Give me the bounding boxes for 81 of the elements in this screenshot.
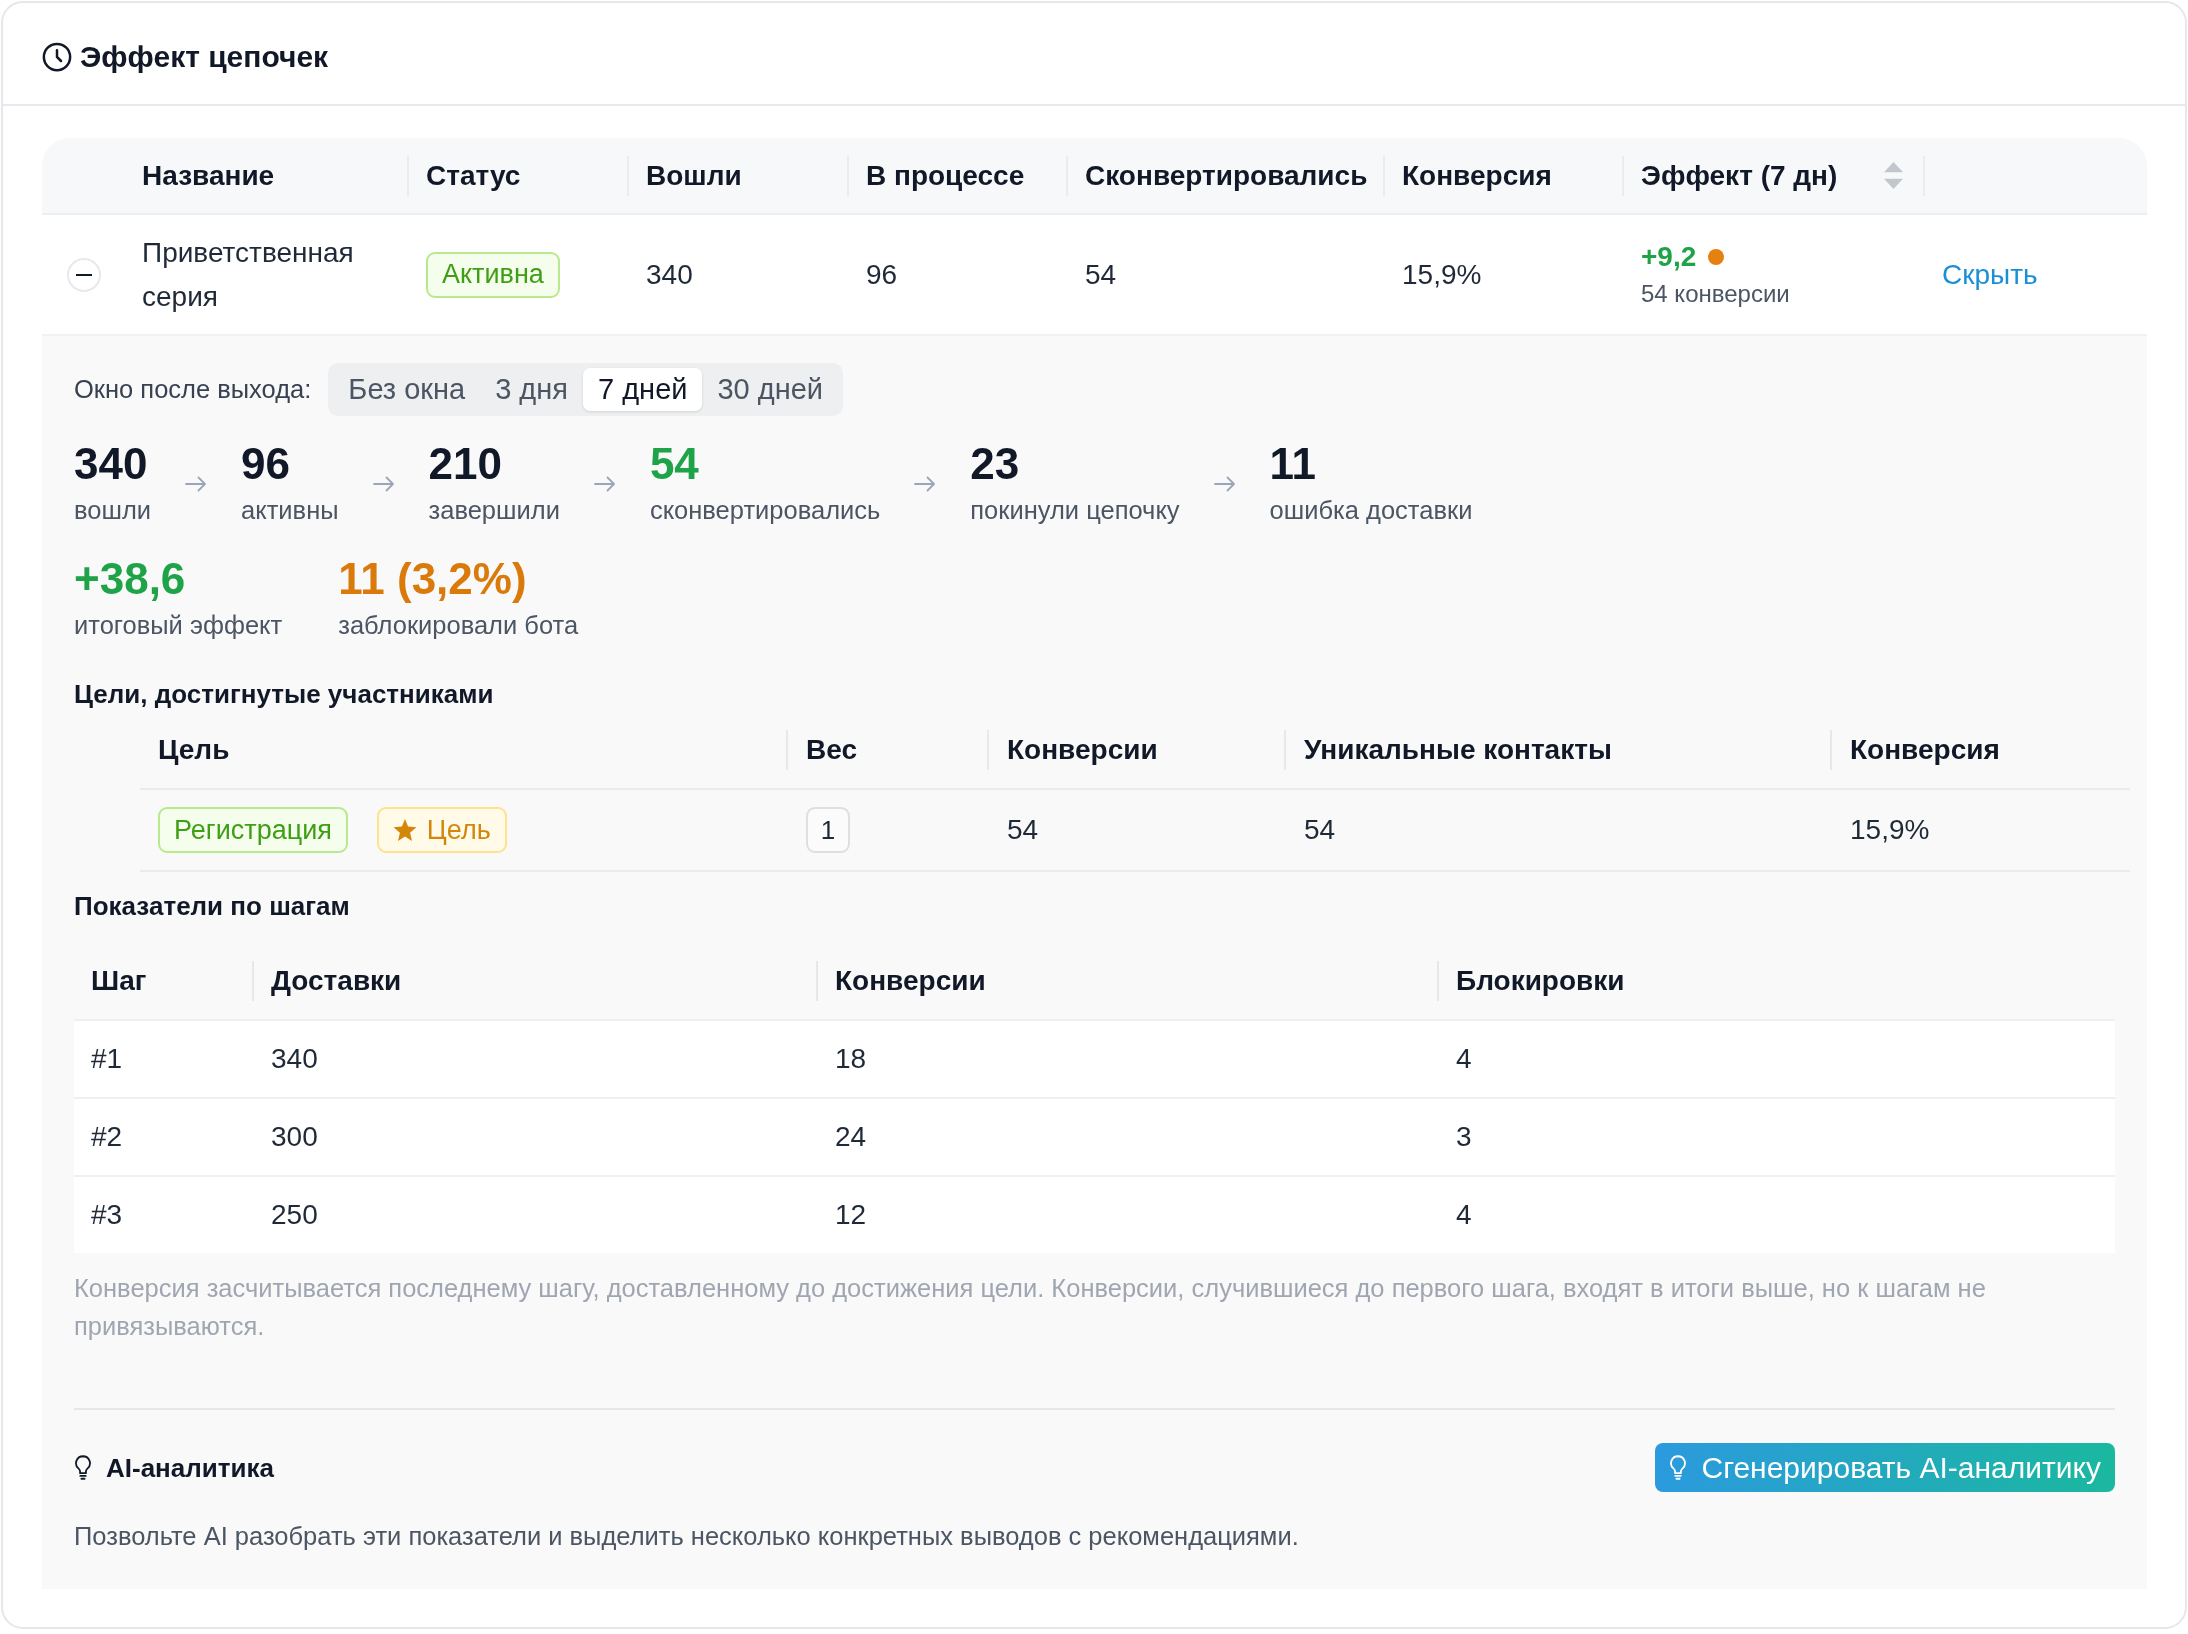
blocks-count: 4 (1456, 1199, 1472, 1230)
stat-label: итоговый эффект (74, 610, 283, 641)
column-header: Вошли (646, 159, 742, 192)
step-number: #3 (91, 1199, 123, 1230)
status-tag: Активна (426, 251, 560, 298)
stat-label: вошли (74, 495, 152, 526)
step-number: #2 (91, 1121, 123, 1152)
entered-count: 340 (646, 258, 693, 290)
column-header: Уникальные контакты (1304, 734, 1612, 766)
segment-option[interactable]: 7 дней (583, 368, 703, 411)
blocks-count: 3 (1456, 1121, 1472, 1152)
conversion-rate: 15,9% (1402, 258, 1482, 290)
footnote-text: Конверсия засчитывается последнему шагу, доставленному до достижения цели. Конверсии, случившиеся до первого шага, входят в итоги выше, но к шагам не привязываются. (74, 1273, 1987, 1342)
conversions-count: 12 (835, 1199, 867, 1230)
conversion-rate: 15,9% (1850, 814, 1930, 846)
arrow-icon (914, 475, 937, 492)
card-title: Эффект цепочек (80, 39, 329, 74)
star-icon (392, 818, 417, 842)
column-header: Доставки (271, 964, 402, 997)
in-progress-count: 96 (866, 258, 898, 290)
arrow-icon (372, 475, 395, 492)
deliveries-count: 300 (271, 1121, 318, 1152)
column-header: В процессе (866, 159, 1025, 192)
column-header: Конверсия (1850, 734, 2000, 766)
column-header: Шаг (91, 964, 147, 997)
clock-icon (42, 41, 72, 72)
deliveries-count: 340 (271, 1043, 318, 1074)
stat-value: 11 (1269, 440, 1318, 488)
conversions-count: 18 (835, 1043, 867, 1074)
effect-value: +9,2 (1641, 239, 1697, 274)
chain-name: Приветственная серия (142, 235, 355, 314)
stat-label: активны (241, 495, 339, 526)
column-header: Эффект (7 дн) (1641, 159, 1838, 192)
converted-count: 54 (1085, 258, 1117, 290)
segment-option[interactable]: 3 дня (480, 368, 583, 411)
column-header: Сконвертировались (1085, 159, 1368, 192)
collapse-button[interactable] (66, 257, 101, 292)
stat-value: 340 (74, 440, 149, 488)
conversions-count: 24 (835, 1121, 867, 1152)
column-header: Конверсия (1402, 159, 1552, 192)
hide-link[interactable]: Скрыть (1942, 258, 2038, 290)
event-tag: Регистрация (158, 807, 348, 853)
arrow-icon (1213, 475, 1236, 492)
stat-value: 54 (649, 440, 700, 488)
stat-label: сконвертировались (649, 495, 881, 526)
tag-label: Цель (426, 814, 491, 846)
effect-note: 54 конверсии (1641, 278, 1790, 309)
section-title: Цели, достигнутые участниками (74, 678, 495, 711)
stat-label: ошибка доставки (1269, 495, 1473, 526)
stat-label: заблокировали бота (338, 610, 579, 641)
conversions-count: 54 (1007, 814, 1039, 846)
column-header: Конверсии (1007, 734, 1158, 766)
minus-icon (75, 273, 92, 276)
column-header: Название (142, 159, 275, 192)
stat-value: 96 (241, 440, 291, 488)
arrow-icon (593, 475, 616, 492)
segment-option[interactable]: 30 дней (702, 368, 839, 411)
column-header: Блокировки (1456, 964, 1625, 997)
arrow-icon (185, 475, 208, 492)
segment-option[interactable]: Без окна (333, 368, 481, 411)
blocks-count: 4 (1456, 1043, 1472, 1074)
deliveries-count: 250 (271, 1199, 318, 1230)
bulb-icon (74, 1455, 92, 1480)
column-header: Вес (806, 734, 857, 766)
window-label: Окно после выхода: (74, 375, 312, 404)
column-header: Цель (158, 734, 230, 766)
bulb-icon (1669, 1455, 1688, 1480)
stat-value: +38,6 (74, 555, 187, 603)
step-number: #1 (91, 1043, 123, 1074)
stat-value: 210 (428, 440, 503, 488)
stat-label: завершили (428, 495, 560, 526)
column-header: Конверсии (835, 964, 986, 997)
weight-badge: 1 (806, 807, 850, 853)
section-title: AI-аналитика (106, 1451, 274, 1485)
stat-label: покинули цепочку (970, 495, 1180, 526)
section-title: Показатели по шагам (74, 890, 351, 923)
stat-value: 11 (3,2%) (338, 555, 528, 603)
ai-description: Позвольте AI разобрать эти показатели и выделить несколько конкретных выводов с рекомендациями. (74, 1521, 1300, 1552)
stat-value: 23 (970, 440, 1021, 488)
column-header: Статус (426, 159, 521, 192)
unique-contacts-count: 54 (1304, 814, 1336, 846)
